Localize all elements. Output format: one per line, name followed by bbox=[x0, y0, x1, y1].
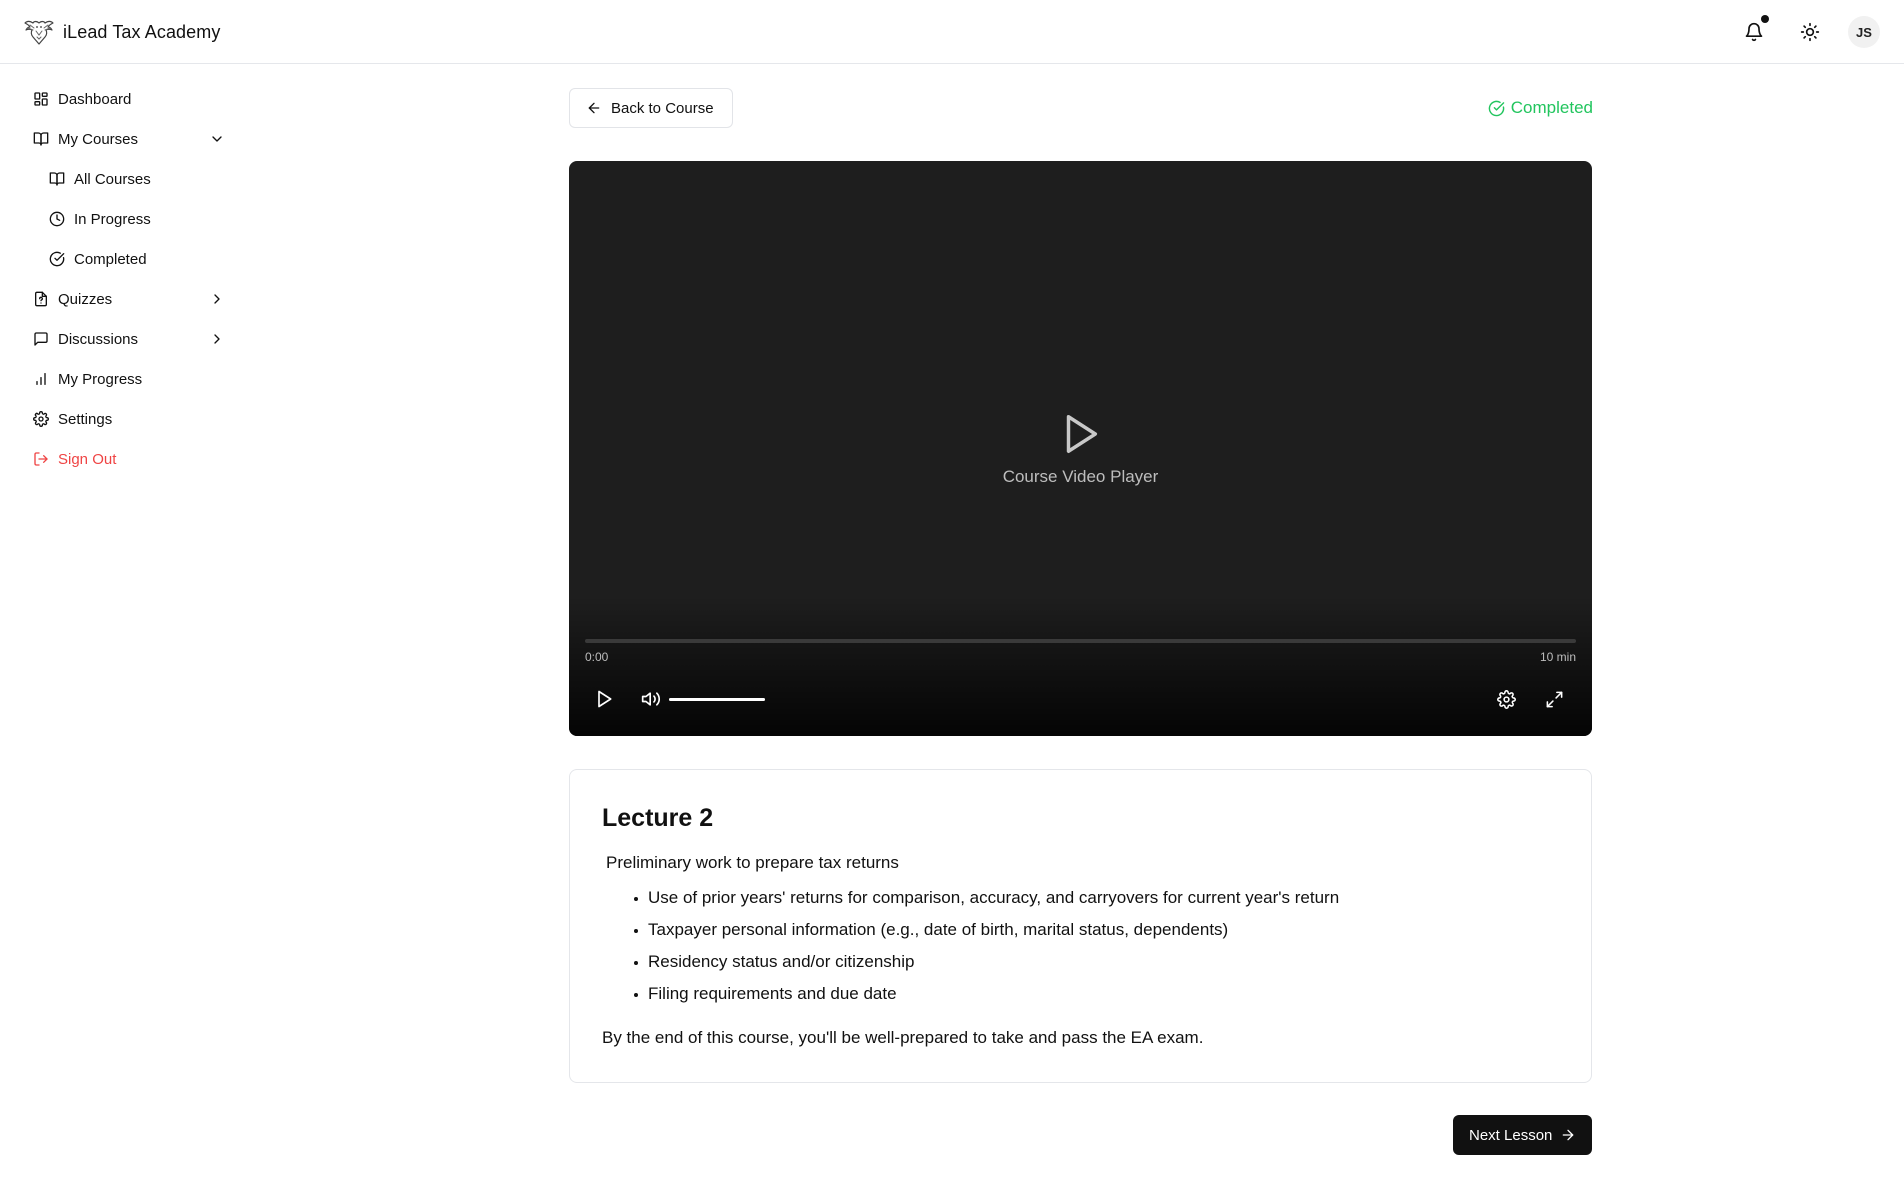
sidebar-item-label: Dashboard bbox=[58, 90, 132, 108]
sidebar-item-label: Sign Out bbox=[58, 450, 117, 468]
back-to-course-button[interactable]: Back to Course bbox=[569, 88, 733, 128]
volume-slider-fill bbox=[669, 698, 765, 701]
sidebar-item-label: Completed bbox=[74, 250, 147, 268]
book-open-icon bbox=[33, 132, 49, 146]
check-circle-icon bbox=[1488, 100, 1505, 116]
lecture-title: Lecture 2 bbox=[602, 804, 714, 832]
dashboard-icon bbox=[34, 92, 48, 106]
sidebar-item-all-courses[interactable]: All Courses bbox=[49, 163, 151, 195]
fullscreen-button[interactable] bbox=[1542, 687, 1566, 711]
video-settings-button[interactable] bbox=[1494, 687, 1518, 711]
back-button-label: Back to Course bbox=[611, 99, 714, 117]
book-open-icon bbox=[49, 172, 65, 186]
sidebar-item-in-progress[interactable]: In Progress bbox=[49, 203, 151, 235]
video-player[interactable]: Course Video Player 0:00 10 min bbox=[569, 161, 1592, 736]
status-label: Completed bbox=[1510, 98, 1593, 117]
sidebar-item-quizzes[interactable]: Quizzes bbox=[33, 283, 233, 315]
bell-icon bbox=[1745, 22, 1763, 42]
next-button-label: Next Lesson bbox=[1469, 1126, 1553, 1144]
mute-button[interactable] bbox=[639, 687, 663, 711]
sun-icon bbox=[1800, 22, 1820, 42]
volume-icon bbox=[641, 692, 661, 706]
next-lesson-button[interactable]: Next Lesson bbox=[1453, 1115, 1592, 1155]
sidebar-item-label: Discussions bbox=[58, 330, 139, 348]
current-time: 0:00 bbox=[585, 650, 609, 664]
gear-icon bbox=[33, 411, 49, 427]
lecture-topics-list: Use of prior years' returns for comparis… bbox=[634, 882, 1339, 1010]
list-item: Filing requirements and due date bbox=[634, 978, 1339, 1010]
sidebar-item-my-courses[interactable]: My Courses bbox=[33, 123, 233, 155]
play-button[interactable] bbox=[592, 687, 616, 711]
sidebar-item-sign-out[interactable]: Sign Out bbox=[33, 443, 116, 475]
list-item: Taxpayer personal information (e.g., dat… bbox=[634, 914, 1339, 946]
volume-slider[interactable] bbox=[669, 698, 765, 701]
brand-name: iLead Tax Academy bbox=[63, 21, 221, 42]
theme-toggle-button[interactable] bbox=[1792, 14, 1828, 50]
sidebar-item-label: All Courses bbox=[74, 170, 151, 188]
play-icon bbox=[598, 690, 612, 708]
completion-status: Completed bbox=[1488, 96, 1593, 120]
sidebar-item-my-progress[interactable]: My Progress bbox=[33, 363, 142, 395]
gear-icon bbox=[1496, 689, 1516, 709]
eagle-logo-icon bbox=[24, 20, 54, 45]
brand[interactable]: iLead Tax Academy bbox=[24, 17, 220, 47]
sidebar-item-dashboard[interactable]: Dashboard bbox=[33, 83, 131, 115]
bar-chart-icon bbox=[36, 373, 46, 385]
notifications-button[interactable] bbox=[1736, 14, 1772, 50]
lecture-content-card: Lecture 2 Preliminary work to prepare ta… bbox=[569, 769, 1592, 1083]
sidebar-item-completed[interactable]: Completed bbox=[49, 243, 147, 275]
list-item: Use of prior years' returns for comparis… bbox=[634, 882, 1339, 914]
chevron-down-icon bbox=[212, 136, 222, 142]
sidebar-item-label: Quizzes bbox=[58, 290, 113, 308]
header-actions: JS bbox=[1736, 14, 1880, 50]
clock-icon bbox=[49, 211, 65, 227]
arrow-right-icon bbox=[1563, 1129, 1574, 1141]
log-out-icon bbox=[34, 452, 48, 466]
sidebar-item-settings[interactable]: Settings bbox=[33, 403, 112, 435]
notification-dot bbox=[1761, 15, 1769, 23]
check-circle-icon bbox=[49, 251, 65, 267]
video-progress-bar[interactable] bbox=[585, 639, 1576, 643]
lecture-intro: Preliminary work to prepare tax returns bbox=[606, 853, 899, 872]
list-item: Residency status and/or citizenship bbox=[634, 946, 1339, 978]
maximize-icon bbox=[1546, 691, 1562, 707]
play-icon[interactable] bbox=[1057, 411, 1103, 457]
sidebar-item-label: Settings bbox=[58, 410, 113, 428]
message-square-icon bbox=[34, 332, 48, 346]
chevron-right-icon bbox=[214, 294, 220, 304]
sidebar-item-label: My Courses bbox=[58, 130, 139, 148]
video-caption: Course Video Player bbox=[1002, 467, 1159, 486]
video-controls-gradient bbox=[569, 596, 1592, 736]
sidebar-item-discussions[interactable]: Discussions bbox=[33, 323, 233, 355]
user-avatar[interactable]: JS bbox=[1848, 16, 1880, 48]
arrow-left-icon bbox=[588, 102, 600, 114]
top-bar: iLead Tax Academy JS bbox=[0, 0, 1904, 64]
sidebar-item-label: In Progress bbox=[74, 210, 151, 228]
chevron-right-icon bbox=[214, 334, 220, 344]
sidebar-item-label: My Progress bbox=[58, 370, 143, 388]
lecture-outro: By the end of this course, you'll be wel… bbox=[602, 1028, 1204, 1047]
duration: 10 min bbox=[1539, 650, 1576, 664]
file-question-icon bbox=[35, 291, 47, 307]
